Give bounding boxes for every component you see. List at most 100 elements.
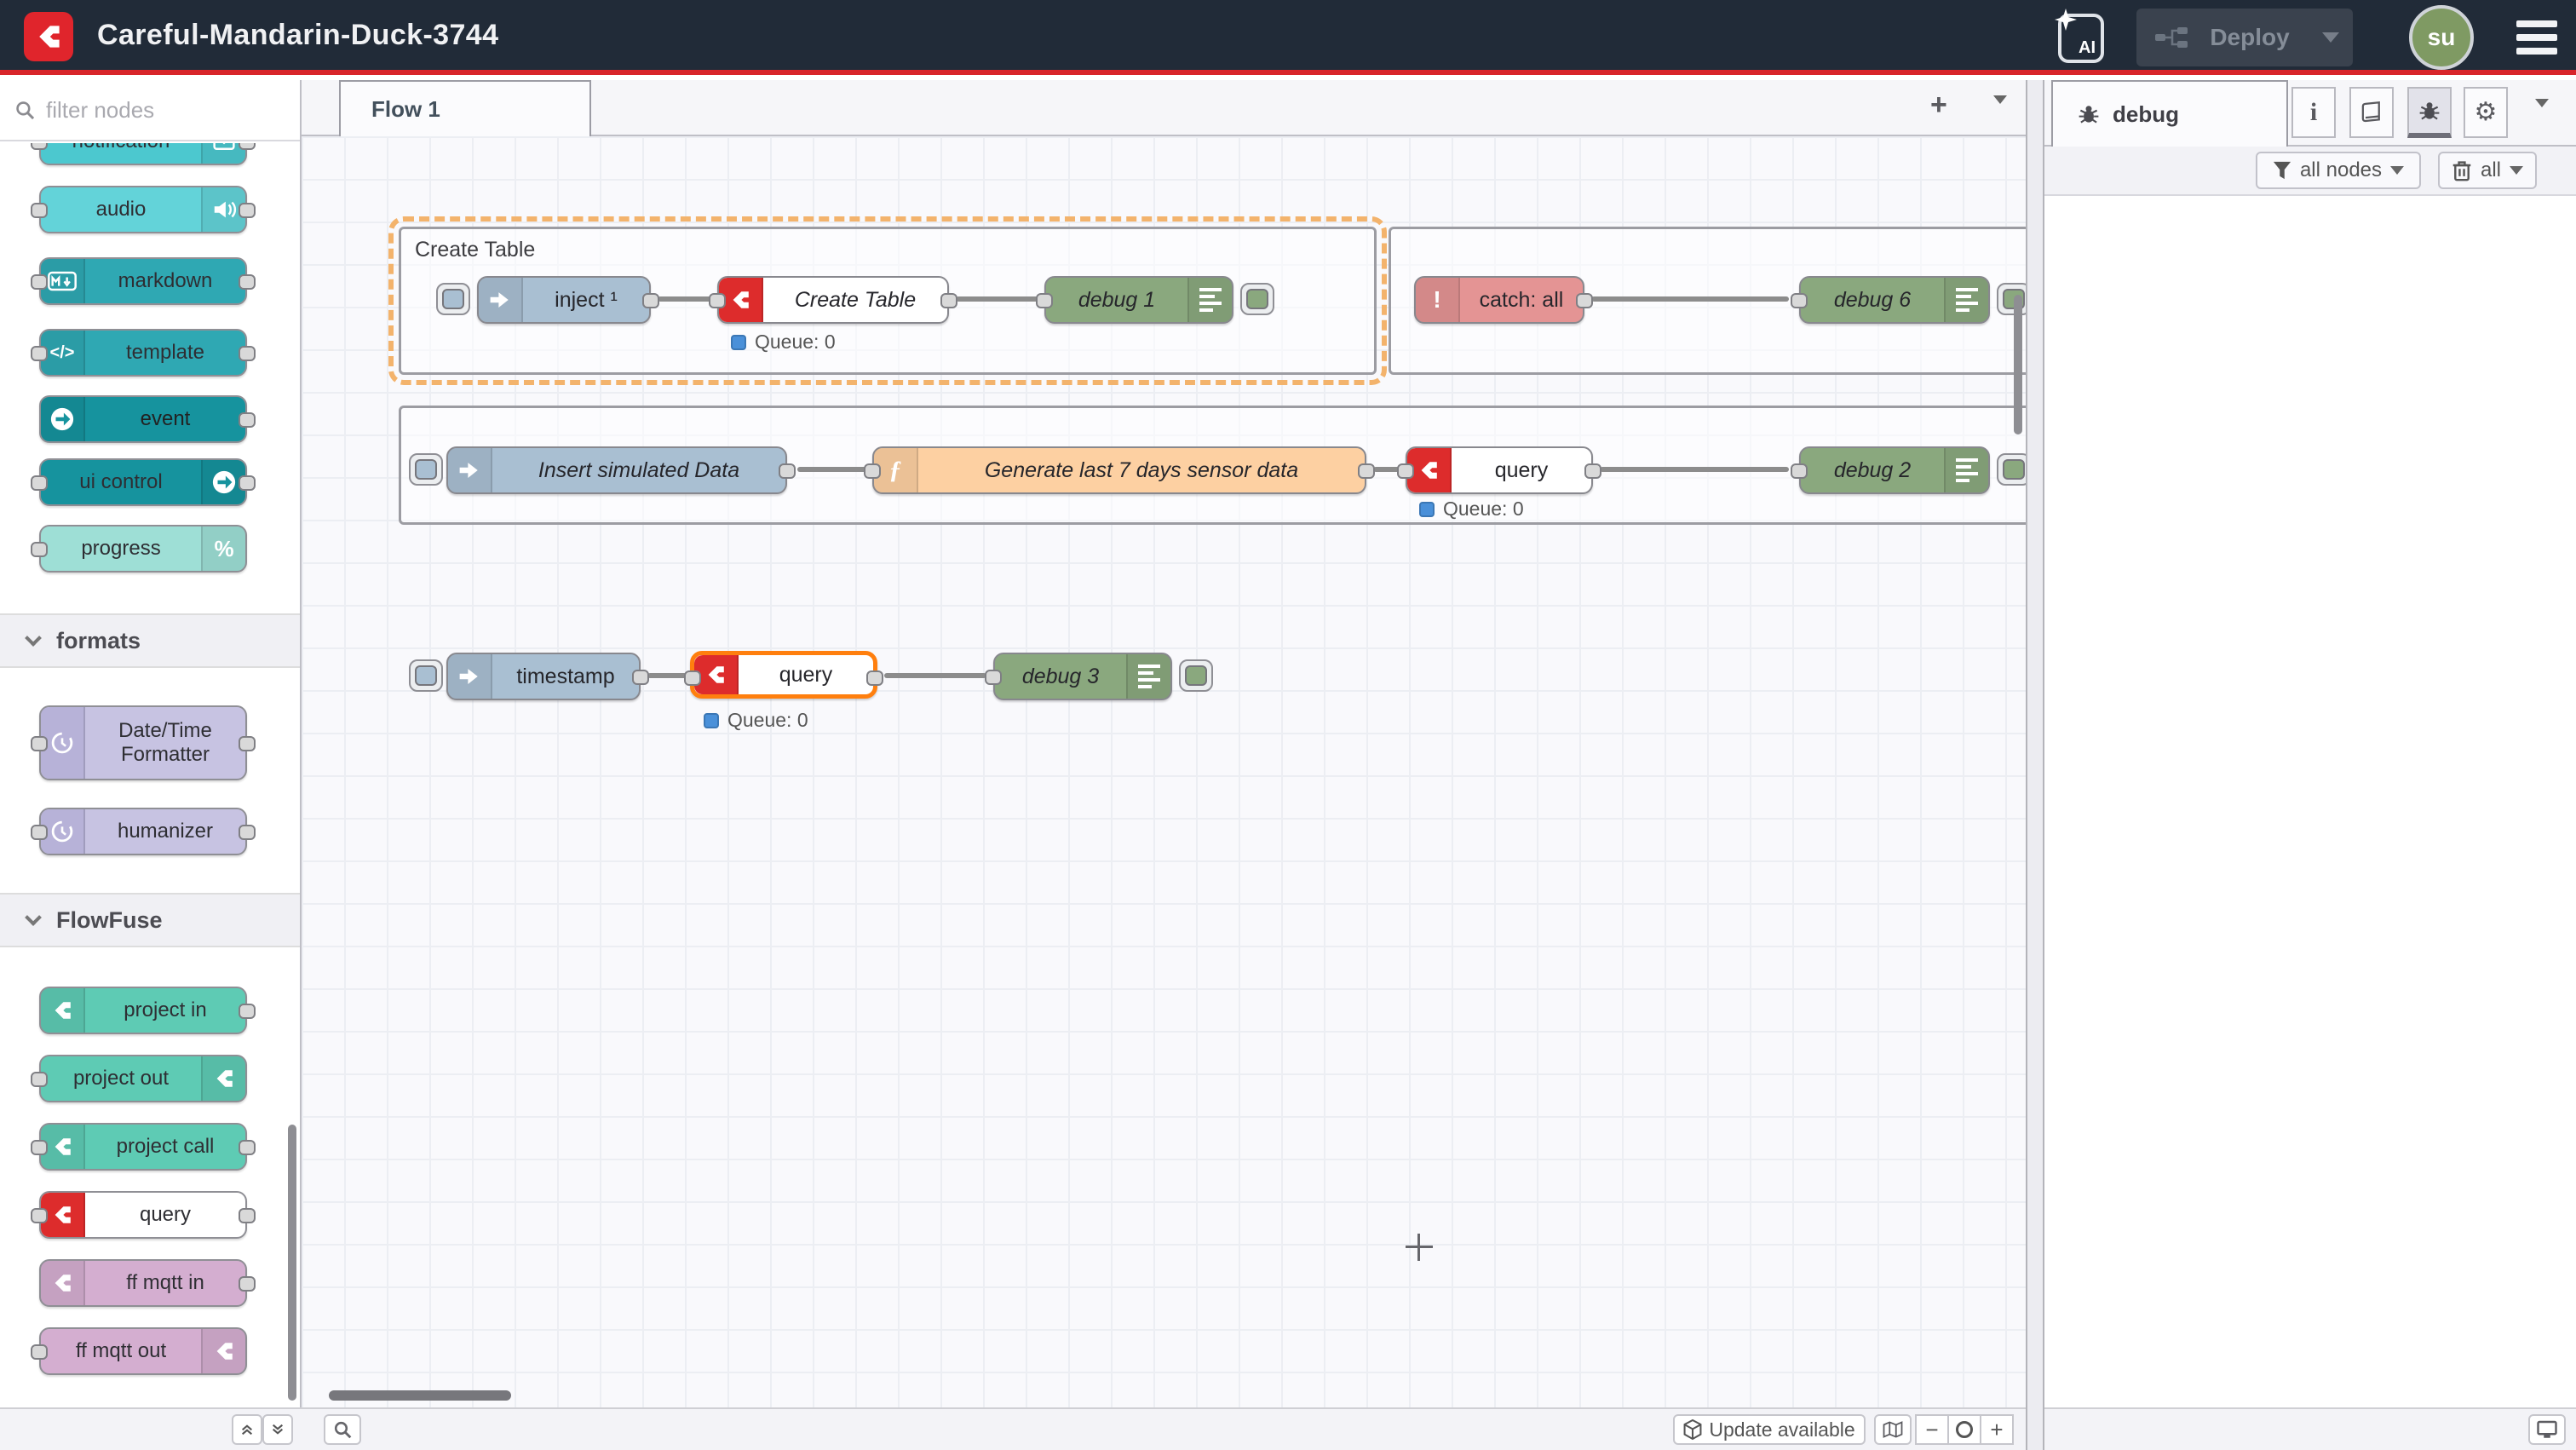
- flow-canvas[interactable]: Create Table inject ¹ Create T: [302, 136, 2026, 1407]
- palette-node-project-in[interactable]: project in: [39, 987, 247, 1034]
- palette-node-ff-mqtt-in[interactable]: ff mqtt in: [39, 1259, 247, 1307]
- output-port[interactable]: [632, 670, 649, 685]
- node-query-selected[interactable]: query: [690, 651, 877, 699]
- output-port[interactable]: [239, 143, 256, 150]
- input-port[interactable]: [31, 143, 48, 150]
- input-port[interactable]: [985, 670, 1002, 685]
- main-menu-button[interactable]: [2516, 20, 2557, 55]
- node-insert-simulated-data[interactable]: Insert simulated Data: [446, 446, 787, 494]
- palette-node-notification[interactable]: notification: [39, 143, 247, 165]
- palette-node-progress[interactable]: progress %: [39, 525, 247, 573]
- palette-collapse-all-button[interactable]: [232, 1414, 262, 1445]
- wire[interactable]: [1600, 467, 1789, 472]
- tab-debug[interactable]: debug: [2051, 80, 2288, 147]
- output-port[interactable]: [239, 203, 256, 218]
- flowfuse-logo-icon[interactable]: [24, 12, 73, 61]
- sidebar-tabs-caret[interactable]: [2535, 107, 2549, 139]
- output-port[interactable]: [239, 736, 256, 751]
- input-port[interactable]: [1791, 463, 1808, 479]
- palette-node-audio[interactable]: audio: [39, 186, 247, 233]
- node-inject-1[interactable]: inject ¹: [477, 276, 651, 324]
- output-port[interactable]: [239, 1208, 256, 1223]
- tab-flow-1[interactable]: Flow 1: [339, 80, 591, 136]
- canvas-vertical-scrollbar[interactable]: [2014, 295, 2022, 434]
- input-port[interactable]: [31, 274, 48, 290]
- open-in-window-button[interactable]: [2528, 1414, 2566, 1445]
- deploy-button[interactable]: Deploy: [2136, 9, 2353, 66]
- node-query-2[interactable]: query: [1406, 446, 1593, 494]
- debug-clear-button[interactable]: all: [2438, 152, 2537, 189]
- node-debug-1[interactable]: debug 1: [1044, 276, 1233, 324]
- node-create-table[interactable]: Create Table: [717, 276, 949, 324]
- sidebar-splitter[interactable]: [2026, 80, 2044, 1450]
- zoom-reset-button[interactable]: [1947, 1414, 1981, 1445]
- zoom-in-button[interactable]: +: [1980, 1414, 2014, 1445]
- navigator-button[interactable]: [1874, 1414, 1912, 1445]
- canvas-search-button[interactable]: [324, 1414, 361, 1445]
- wire[interactable]: [647, 673, 687, 678]
- input-port[interactable]: [31, 825, 48, 840]
- inject-button[interactable]: [409, 659, 443, 692]
- palette-expand-all-button[interactable]: [262, 1414, 293, 1445]
- node-debug-3[interactable]: debug 3: [993, 653, 1172, 700]
- debug-tab-button[interactable]: [2407, 87, 2452, 138]
- info-tab-button[interactable]: i: [2291, 87, 2336, 138]
- inject-button[interactable]: [436, 283, 470, 315]
- output-port[interactable]: [239, 346, 256, 361]
- palette-node-project-call[interactable]: project call: [39, 1123, 247, 1171]
- palette-node-event[interactable]: event: [39, 395, 247, 443]
- add-flow-button[interactable]: +: [1930, 89, 1947, 122]
- node-catch-all[interactable]: ! catch: all: [1414, 276, 1584, 324]
- palette-node-query[interactable]: query: [39, 1191, 247, 1239]
- node-debug-2[interactable]: debug 2: [1799, 446, 1990, 494]
- output-port[interactable]: [940, 293, 957, 308]
- wire[interactable]: [884, 673, 986, 678]
- output-port[interactable]: [239, 274, 256, 290]
- input-port[interactable]: [709, 293, 726, 308]
- palette-node-markdown[interactable]: markdown: [39, 257, 247, 305]
- input-port[interactable]: [31, 736, 48, 751]
- debug-toggle-button[interactable]: [1179, 659, 1213, 692]
- input-port[interactable]: [31, 203, 48, 218]
- palette-category-formats[interactable]: formats: [0, 613, 300, 668]
- output-port[interactable]: [866, 670, 883, 686]
- input-port[interactable]: [31, 1344, 48, 1360]
- input-port[interactable]: [684, 670, 701, 686]
- config-tab-button[interactable]: ⚙: [2464, 87, 2508, 138]
- palette-category-flowfuse[interactable]: FlowFuse: [0, 893, 300, 947]
- input-port[interactable]: [31, 1140, 48, 1155]
- input-port[interactable]: [1791, 293, 1808, 308]
- output-port[interactable]: [1358, 463, 1375, 479]
- wire[interactable]: [797, 467, 869, 472]
- help-tab-button[interactable]: [2349, 87, 2394, 138]
- update-available-button[interactable]: Update available: [1673, 1414, 1866, 1445]
- palette-node-project-out[interactable]: project out: [39, 1055, 247, 1102]
- debug-filter-button[interactable]: all nodes: [2256, 152, 2421, 189]
- debug-message-list[interactable]: [2044, 196, 2576, 1407]
- palette-node-humanizer[interactable]: humanizer: [39, 808, 247, 855]
- ai-assistant-button[interactable]: AI: [2058, 14, 2104, 63]
- palette-node-ff-mqtt-out[interactable]: ff mqtt out: [39, 1327, 247, 1375]
- debug-toggle-button[interactable]: [1240, 283, 1274, 315]
- node-timestamp[interactable]: timestamp: [446, 653, 641, 700]
- canvas-horizontal-scrollbar[interactable]: [329, 1390, 511, 1401]
- input-port[interactable]: [864, 463, 881, 479]
- palette-node-ui-control[interactable]: ui control: [39, 458, 247, 506]
- output-port[interactable]: [239, 1140, 256, 1155]
- output-port[interactable]: [239, 1276, 256, 1292]
- input-port[interactable]: [1036, 293, 1053, 308]
- wire[interactable]: [956, 296, 1041, 302]
- palette-node-template[interactable]: </> template: [39, 329, 247, 377]
- wire[interactable]: [658, 296, 714, 302]
- input-port[interactable]: [31, 1072, 48, 1087]
- output-port[interactable]: [642, 293, 659, 308]
- input-port[interactable]: [31, 542, 48, 557]
- output-port[interactable]: [779, 463, 796, 479]
- inject-button[interactable]: [409, 453, 443, 486]
- input-port[interactable]: [31, 346, 48, 361]
- output-port[interactable]: [239, 1004, 256, 1019]
- output-port[interactable]: [239, 475, 256, 491]
- zoom-out-button[interactable]: −: [1915, 1414, 1949, 1445]
- flow-list-caret[interactable]: [1993, 104, 2007, 135]
- output-port[interactable]: [239, 412, 256, 428]
